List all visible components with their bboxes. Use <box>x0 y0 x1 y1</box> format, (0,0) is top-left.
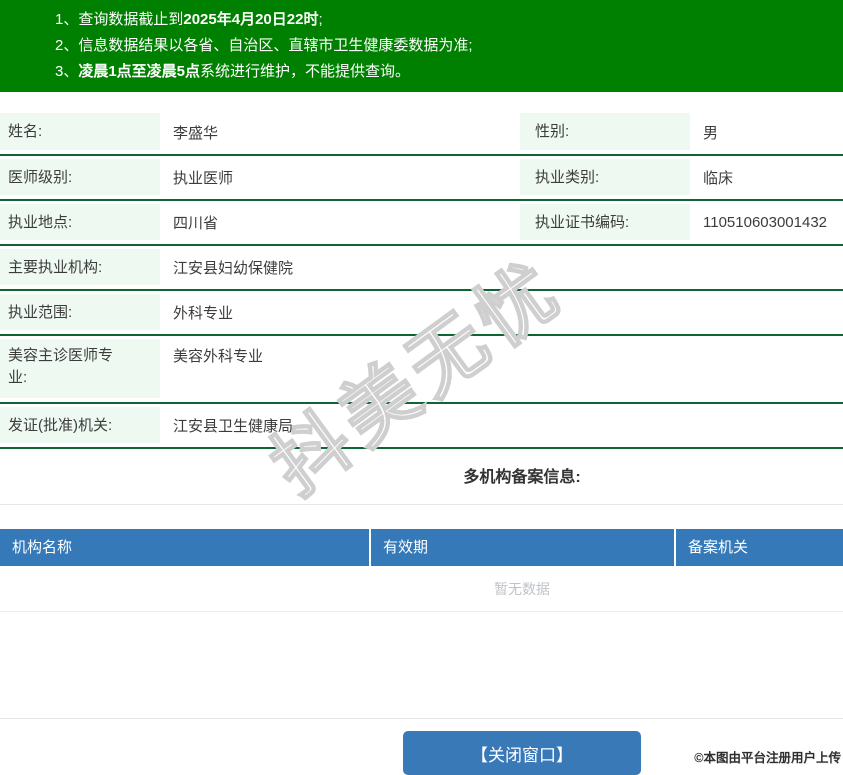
name-label-cell: 姓名: <box>0 110 160 155</box>
certificate-number-value-cell: 110510603001432 <box>690 200 843 245</box>
table-row: 执业范围: 外科专业 <box>0 290 843 335</box>
column-header-institution-name: 机构名称 <box>12 539 73 556</box>
practice-category-label-cell: 执业类别: <box>520 155 690 200</box>
issuing-authority-value-cell: 江安县卫生健康局 <box>160 403 843 448</box>
query-result-page: 1、查询数据截止到2025年4月20日22时; 2、信息数据结果以各省、自治区、… <box>0 0 843 775</box>
certificate-number-label-cell: 执业证书编码: <box>520 200 690 245</box>
close-window-button[interactable]: 【关闭窗口】 <box>403 731 641 775</box>
notice-bar: 1、查询数据截止到2025年4月20日22时; 2、信息数据结果以各省、自治区、… <box>0 0 843 92</box>
notice-number: 2、 <box>55 37 79 54</box>
gender-value-cell: 男 <box>690 110 843 155</box>
issuing-authority-label-cell: 发证(批准)机关: <box>0 403 160 448</box>
table-row: 主要执业机构: 江安县妇幼保健院 <box>0 245 843 290</box>
column-header-record-authority: 备案机关 <box>674 529 843 566</box>
main-institution-value-cell: 江安县妇幼保健院 <box>160 245 843 290</box>
notice-item: 3、凌晨1点至凌晨5点系统进行维护，不能提供查询。 <box>55 63 411 80</box>
physician-level-label-cell: 医师级别: <box>0 155 160 200</box>
physician-level-value-cell: 执业医师 <box>160 155 520 200</box>
practice-location-value-cell: 四川省 <box>160 200 520 245</box>
table-row: 医师级别: 执业医师 执业类别: 临床 <box>0 155 843 200</box>
practice-scope-label-cell: 执业范围: <box>0 290 160 335</box>
practice-location-label-cell: 执业地点: <box>0 200 160 245</box>
notice-item: 1、查询数据截止到2025年4月20日22时; <box>55 11 323 28</box>
section-divider <box>0 504 843 505</box>
physician-info-table: 姓名: 李盛华 性别: 男 医师级别: 执业医师 执业类别: 临床 执业地点: … <box>0 110 843 449</box>
practice-scope-value-cell: 外科专业 <box>160 290 843 335</box>
main-institution-label-cell: 主要执业机构: <box>0 245 160 290</box>
name-value-cell: 李盛华 <box>160 110 520 155</box>
notice-number: 1、 <box>55 11 79 28</box>
multi-institution-section-title: 多机构备案信息: <box>463 469 581 486</box>
table-row: 执业地点: 四川省 执业证书编码: 110510603001432 <box>0 200 843 245</box>
column-header-validity-period: 有效期 <box>369 529 674 566</box>
table-row: 美容主诊医师专业: 美容外科专业 <box>0 335 843 403</box>
notice-item: 2、信息数据结果以各省、自治区、直辖市卫生健康委数据为准; <box>55 37 473 54</box>
table-row: 发证(批准)机关: 江安县卫生健康局 <box>0 403 843 448</box>
cosmetic-specialty-label-cell: 美容主诊医师专业: <box>0 335 160 403</box>
empty-state-text: 暂无数据 <box>0 566 843 612</box>
notice-number: 3、 <box>55 63 79 80</box>
cosmetic-specialty-value-cell: 美容外科专业 <box>160 335 843 403</box>
record-table-header: 机构名称 有效期 备案机关 <box>0 529 843 566</box>
bottom-divider <box>0 718 843 719</box>
table-row: 姓名: 李盛华 性别: 男 <box>0 110 843 155</box>
practice-category-value-cell: 临床 <box>690 155 843 200</box>
upload-attribution-text: ©本图由平台注册用户上传 <box>694 751 841 765</box>
gender-label-cell: 性别: <box>520 110 690 155</box>
